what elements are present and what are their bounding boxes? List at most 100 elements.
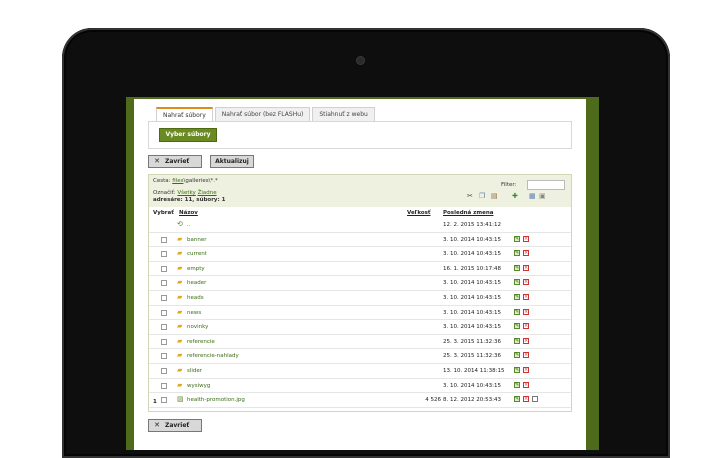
close-icon: ✕ — [154, 421, 160, 429]
view-icon[interactable]: ▦ — [529, 192, 536, 200]
rename-icon[interactable]: ✎ — [514, 293, 520, 300]
delete-icon[interactable]: × — [523, 293, 529, 300]
path-row: Cesta: files\galleries\*.* — [153, 178, 218, 184]
file-name[interactable]: referencie-nahlady — [187, 353, 239, 359]
refresh-button[interactable]: Aktualizuj — [210, 155, 254, 168]
select-checkbox[interactable] — [161, 397, 167, 404]
rename-icon[interactable]: ✎ — [514, 337, 520, 344]
select-checkbox[interactable] — [161, 309, 167, 316]
file-row[interactable]: ▰ heads 3. 10. 2014 10:43:15 ✎ × — [149, 291, 571, 306]
delete-icon[interactable]: × — [523, 396, 529, 403]
tab-download-from-web[interactable]: Stiahnuť z webu — [312, 107, 375, 122]
select-checkbox[interactable] — [161, 367, 167, 374]
cut-icon[interactable]: ✂ — [467, 192, 473, 200]
file-manager-page: Nahrať súbory Nahrať súbor (bez FLASHu) … — [134, 99, 586, 450]
file-row[interactable]: ⟲.. 12. 2. 2015 13:41:12 — [149, 218, 571, 233]
rename-icon[interactable]: ✎ — [514, 308, 520, 315]
delete-icon[interactable]: × — [523, 264, 529, 271]
rename-icon[interactable]: ✎ — [514, 279, 520, 286]
folder-icon: ▰ — [177, 365, 183, 374]
column-name[interactable]: Názov — [179, 210, 198, 216]
select-checkbox[interactable] — [161, 236, 167, 243]
file-date: 3. 10. 2014 10:43:15 — [443, 236, 501, 243]
mark-none-link[interactable]: Žiadne — [198, 190, 217, 196]
new-folder-icon[interactable]: ✚ — [512, 192, 518, 200]
column-size[interactable]: Veľkosť — [407, 210, 431, 216]
file-row[interactable]: ▨ health-promotion.jpg 4 526 8. 12. 2012 20… — [149, 393, 571, 408]
file-name[interactable]: referencie — [187, 339, 215, 345]
rename-icon[interactable]: ✎ — [514, 323, 520, 330]
file-size: 4 526 — [425, 397, 441, 404]
close-button[interactable]: ✕ Zavrieť — [148, 155, 202, 168]
folder-icon: ▰ — [177, 351, 183, 360]
mark-all-link[interactable]: Všetky — [177, 190, 195, 196]
delete-icon[interactable]: × — [523, 352, 529, 359]
file-name[interactable]: .. — [187, 222, 191, 228]
file-name[interactable]: wysiwyg — [187, 383, 210, 389]
file-name[interactable]: news — [187, 310, 201, 316]
select-checkbox[interactable] — [161, 353, 167, 360]
rename-icon[interactable]: ✎ — [514, 381, 520, 388]
file-row[interactable]: ▰ slider 13. 10. 2014 11:38:15 ✎ × — [149, 364, 571, 379]
mark-row: Označiť: Všetky Žiadne — [153, 190, 217, 196]
file-row[interactable]: ▰ header 3. 10. 2014 10:43:15 ✎ × — [149, 276, 571, 291]
delete-icon[interactable]: × — [523, 235, 529, 242]
rename-icon[interactable]: ✎ — [514, 264, 520, 271]
file-row[interactable]: ▰ referencie 25. 3. 2015 11:32:36 ✎ × — [149, 335, 571, 350]
path-link-files[interactable]: files — [172, 178, 183, 184]
settings-icon[interactable]: ▣ — [539, 192, 546, 200]
file-name[interactable]: empty — [187, 266, 205, 272]
file-name[interactable]: health-promotion.jpg — [187, 397, 245, 403]
file-date: 3. 10. 2014 10:43:15 — [443, 280, 501, 287]
delete-icon[interactable]: × — [523, 250, 529, 257]
column-select: Vybrať — [153, 210, 174, 216]
camera-dot — [357, 57, 364, 64]
folder-icon: ▰ — [177, 322, 183, 331]
delete-icon[interactable]: × — [523, 381, 529, 388]
folder-icon: ▰ — [177, 292, 183, 301]
file-row[interactable]: ▰ current 3. 10. 2014 10:43:15 ✎ × — [149, 247, 571, 262]
close-button-bottom[interactable]: ✕ Zavrieť — [148, 419, 202, 432]
file-row[interactable]: ▰ novinky 3. 10. 2014 10:43:15 ✎ × — [149, 320, 571, 335]
delete-icon[interactable]: × — [523, 337, 529, 344]
rename-icon[interactable]: ✎ — [514, 235, 520, 242]
select-checkbox[interactable] — [161, 382, 167, 389]
select-checkbox[interactable] — [161, 251, 167, 258]
tab-upload-files[interactable]: Nahrať súbory — [156, 107, 213, 122]
file-name[interactable]: heads — [187, 295, 204, 301]
preview-icon[interactable] — [532, 396, 538, 403]
delete-icon[interactable]: × — [523, 279, 529, 286]
upload-panel: Vyber súbory — [148, 121, 572, 149]
file-name[interactable]: banner — [187, 237, 206, 243]
paste-icon[interactable]: ▤ — [491, 192, 498, 200]
choose-files-button[interactable]: Vyber súbory — [159, 128, 217, 142]
delete-icon[interactable]: × — [523, 366, 529, 373]
rename-icon[interactable]: ✎ — [514, 396, 520, 403]
delete-icon[interactable]: × — [523, 323, 529, 330]
select-checkbox[interactable] — [161, 294, 167, 301]
filter-input[interactable] — [527, 180, 565, 190]
file-row[interactable]: ▰ empty 16. 1. 2015 10:17:48 ✎ × — [149, 262, 571, 277]
file-row[interactable]: ▰ banner 3. 10. 2014 10:43:15 ✎ × — [149, 233, 571, 248]
file-name[interactable]: current — [187, 251, 207, 257]
tab-upload-no-flash[interactable]: Nahrať súbor (bez FLASHu) — [214, 107, 311, 122]
rename-icon[interactable]: ✎ — [514, 366, 520, 373]
delete-icon[interactable]: × — [523, 308, 529, 315]
select-checkbox[interactable] — [161, 265, 167, 272]
rename-icon[interactable]: ✎ — [514, 352, 520, 359]
file-row[interactable]: ▰ referencie-nahlady 25. 3. 2015 11:32:36 ✎… — [149, 349, 571, 364]
copy-icon[interactable]: ❐ — [479, 192, 485, 200]
select-checkbox[interactable] — [161, 324, 167, 331]
column-modified[interactable]: Posledná zmena — [443, 210, 493, 216]
rename-icon[interactable]: ✎ — [514, 250, 520, 257]
folder-icon: ▰ — [177, 249, 183, 258]
file-date: 3. 10. 2014 10:43:15 — [443, 309, 501, 316]
file-row[interactable]: ▰ news 3. 10. 2014 10:43:15 ✎ × — [149, 306, 571, 321]
close-button-label: Zavrieť — [165, 422, 190, 429]
file-name[interactable]: novinky — [187, 324, 208, 330]
file-name[interactable]: header — [187, 280, 206, 286]
select-checkbox[interactable] — [161, 338, 167, 345]
file-row[interactable]: ▰ wysiwyg 3. 10. 2014 10:43:15 ✎ × — [149, 379, 571, 394]
select-checkbox[interactable] — [161, 280, 167, 287]
file-name[interactable]: slider — [187, 368, 202, 374]
